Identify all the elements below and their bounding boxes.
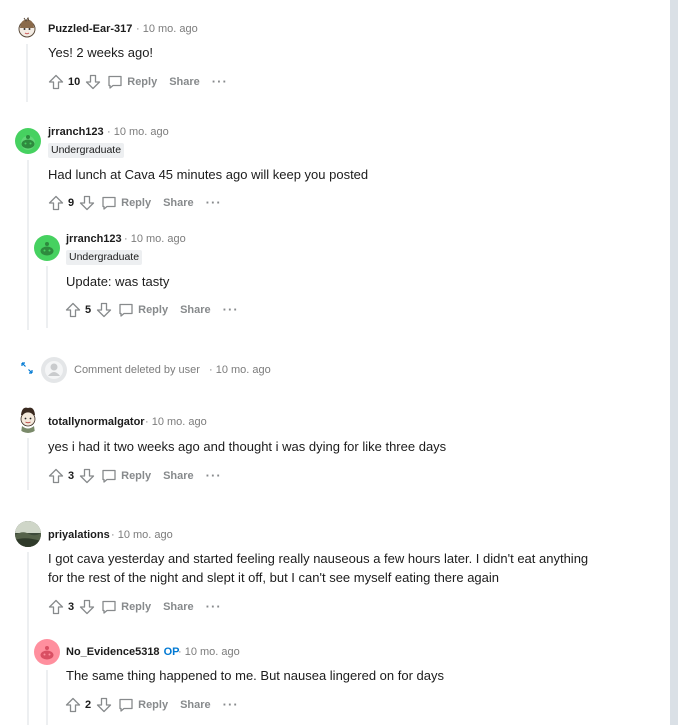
comment-author[interactable]: priyalations [48, 529, 110, 541]
reply-label: Reply [127, 76, 158, 88]
comment-text-line-2: for the rest of the night and slept it o… [48, 570, 500, 585]
avatar[interactable] [15, 16, 39, 40]
thread-line[interactable] [26, 44, 28, 102]
comment-timestamp[interactable]: · 10 mo. ago [178, 646, 240, 658]
comment-bubble-icon [102, 600, 116, 614]
comment-text-line-1: I got cava yesterday and started feeling… [48, 551, 589, 566]
reply-button[interactable]: Reply [118, 302, 168, 318]
downvote-icon[interactable] [83, 71, 103, 93]
expand-arrows-icon[interactable] [20, 361, 34, 375]
avatar[interactable] [15, 128, 41, 154]
comment-bubble-icon [102, 196, 116, 210]
reply-button[interactable]: Reply [101, 468, 151, 484]
downvote-icon[interactable] [77, 596, 97, 618]
reply-button[interactable]: Reply [118, 697, 168, 713]
comment-bubble-icon [119, 303, 133, 317]
deleted-user-avatar [41, 357, 67, 383]
vote-count: 3 [68, 601, 75, 613]
upvote-icon[interactable] [46, 71, 66, 93]
comment-actions: 2 Reply Share ··· [63, 694, 239, 716]
upvote-icon[interactable] [46, 192, 66, 214]
more-options-icon[interactable]: ··· [206, 196, 222, 209]
comment-text: Update: was tasty [66, 274, 170, 289]
more-options-icon[interactable]: ··· [206, 469, 222, 482]
avatar[interactable] [34, 639, 60, 665]
share-button[interactable]: Share [163, 197, 194, 209]
comment-timestamp[interactable]: · 10 mo. ago [209, 364, 271, 376]
comment-timestamp[interactable]: · 10 mo. ago [107, 126, 169, 138]
comment-actions: 9 Reply Share ··· [46, 192, 222, 214]
reply-label: Reply [121, 470, 152, 482]
reply-label: Reply [138, 699, 169, 711]
reply-button[interactable]: Reply [101, 599, 151, 615]
comment-timestamp[interactable]: · 10 mo. ago [124, 233, 186, 245]
comment-author[interactable]: jrranch123 [66, 233, 122, 245]
comment-text: Had lunch at Cava 45 minutes ago will ke… [48, 167, 369, 182]
comment-timestamp[interactable]: · 10 mo. ago [136, 23, 198, 35]
downvote-icon[interactable] [94, 694, 114, 716]
thread-line[interactable] [46, 266, 48, 328]
avatar[interactable] [15, 405, 41, 433]
reply-button[interactable]: Reply [107, 74, 157, 90]
more-options-icon[interactable]: ··· [206, 600, 222, 613]
vote-count: 10 [68, 76, 81, 88]
comment-text: The same thing happened to me. But nause… [66, 668, 444, 683]
comment-actions: 3 Reply Share ··· [46, 465, 222, 487]
vote-count: 9 [68, 197, 75, 209]
upvote-icon[interactable] [46, 596, 66, 618]
comment-actions: 3 Reply Share ··· [46, 596, 222, 618]
comment-bubble-icon [119, 698, 133, 712]
thread-line[interactable] [46, 670, 48, 725]
comment-actions: 10 Reply Share ··· [46, 71, 228, 93]
user-flair: Undergraduate [48, 143, 125, 158]
comments-panel: Puzzled-Ear-317 · 10 mo. ago Yes! 2 week… [0, 0, 670, 725]
upvote-icon[interactable] [63, 299, 83, 321]
comment-timestamp[interactable]: · 10 mo. ago [111, 529, 173, 541]
deleted-comment-label: Comment deleted by user [74, 364, 200, 376]
comment-text: Yes! 2 weeks ago! [48, 45, 154, 60]
share-button[interactable]: Share [163, 470, 194, 482]
more-options-icon[interactable]: ··· [223, 303, 239, 316]
comment-author[interactable]: No_Evidence5318 OP [66, 646, 179, 658]
share-button[interactable]: Share [169, 76, 200, 88]
comment-bubble-icon [108, 75, 122, 89]
avatar[interactable] [34, 235, 60, 261]
user-flair: Undergraduate [66, 250, 143, 265]
reply-label: Reply [138, 304, 169, 316]
share-button[interactable]: Share [180, 699, 211, 711]
upvote-icon[interactable] [63, 694, 83, 716]
comment-author[interactable]: Puzzled-Ear-317 [48, 23, 132, 35]
vote-count: 3 [68, 470, 75, 482]
downvote-icon[interactable] [77, 192, 97, 214]
reply-label: Reply [121, 601, 152, 613]
comment-actions: 5 Reply Share ··· [63, 299, 239, 321]
vote-count: 2 [85, 699, 92, 711]
thread-line[interactable] [27, 552, 29, 725]
comment-bubble-icon [102, 469, 116, 483]
avatar[interactable] [15, 521, 41, 547]
comment-timestamp[interactable]: · 10 mo. ago [145, 416, 207, 428]
downvote-icon[interactable] [94, 299, 114, 321]
reply-button[interactable]: Reply [101, 195, 151, 211]
reply-label: Reply [121, 197, 152, 209]
comment-author[interactable]: totallynormalgator [48, 416, 145, 428]
comment-text: yes i had it two weeks ago and thought i… [48, 439, 447, 454]
vote-count: 5 [85, 304, 92, 316]
comment-author[interactable]: jrranch123 [48, 126, 104, 138]
thread-line[interactable] [27, 160, 29, 330]
more-options-icon[interactable]: ··· [212, 75, 228, 88]
share-button[interactable]: Share [180, 304, 211, 316]
share-button[interactable]: Share [163, 601, 194, 613]
thread-line[interactable] [27, 438, 29, 490]
comment-author-name[interactable]: No_Evidence5318 [66, 646, 160, 658]
downvote-icon[interactable] [77, 465, 97, 487]
upvote-icon[interactable] [46, 465, 66, 487]
more-options-icon[interactable]: ··· [223, 698, 239, 711]
